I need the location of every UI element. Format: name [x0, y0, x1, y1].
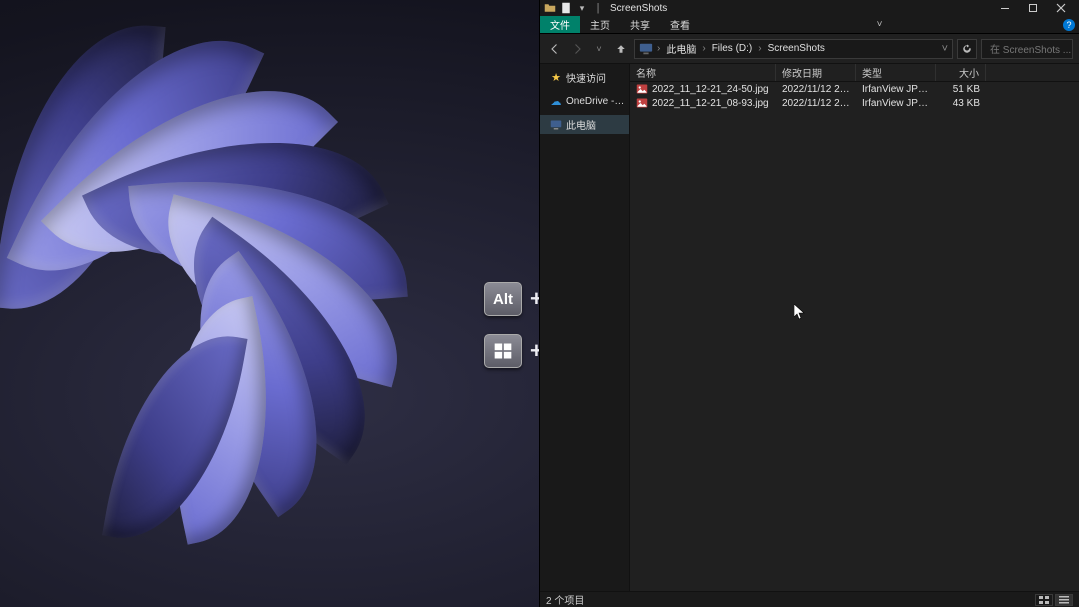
help-button[interactable]: ? [1059, 16, 1079, 33]
nav-up-button[interactable] [612, 40, 630, 58]
chevron-right-icon[interactable]: › [700, 43, 707, 54]
breadcrumb-item[interactable]: 此电脑 [664, 41, 698, 56]
titlebar[interactable]: ▾ | ScreenShots [540, 0, 1079, 16]
column-headers[interactable]: 名称 修改日期 类型 大小 [630, 64, 1079, 82]
breadcrumb-item[interactable]: ScreenShots [766, 43, 827, 54]
search-input[interactable]: 在 ScreenShots ... [981, 39, 1073, 59]
folder-icon [544, 2, 556, 14]
file-size: 51 KB [936, 84, 986, 95]
refresh-button[interactable] [957, 39, 977, 59]
view-details-button[interactable] [1055, 594, 1073, 606]
window-title: ScreenShots [610, 3, 667, 14]
file-type: IrfanView JPG File [856, 84, 936, 95]
search-placeholder: 在 ScreenShots ... [990, 41, 1071, 56]
file-type: IrfanView JPG File [856, 98, 936, 109]
view-large-icons-button[interactable] [1035, 594, 1053, 606]
image-file-icon [636, 83, 648, 95]
sidebar-item-this-pc[interactable]: 此电脑 [540, 115, 629, 134]
table-row[interactable]: 2022_11_12-21_24-50.jpg 2022/11/12 21:48I… [630, 82, 1079, 96]
maximize-button[interactable] [1019, 0, 1047, 16]
quick-access-toolbar: ▾ | [544, 2, 604, 14]
minimize-button[interactable] [991, 0, 1019, 16]
image-file-icon [636, 97, 648, 109]
breadcrumb[interactable]: › 此电脑 › Files (D:) › ScreenShots ˅ [634, 39, 953, 59]
column-type[interactable]: 类型 [856, 64, 936, 81]
ribbon-collapse-icon[interactable]: ˅ [870, 16, 890, 33]
mouse-cursor [794, 304, 806, 322]
file-name: 2022_11_12-21_08-93.jpg [652, 98, 769, 109]
nav-forward-button[interactable] [568, 40, 586, 58]
table-row[interactable]: 2022_11_12-21_08-93.jpg 2022/11/12 21:48I… [630, 96, 1079, 110]
chevron-right-icon[interactable]: › [756, 43, 763, 54]
nav-recent-button[interactable]: ˅ [590, 40, 608, 58]
cloud-icon: ☁ [550, 95, 562, 107]
column-modified[interactable]: 修改日期 [776, 64, 856, 81]
pc-icon [639, 42, 653, 56]
sidebar-item-label: 快速访问 [566, 70, 606, 85]
alt-key-badge: Alt [484, 282, 522, 316]
document-icon [560, 2, 572, 14]
status-bar: 2 个项目 [540, 591, 1079, 607]
column-name[interactable]: 名称 [630, 64, 776, 81]
chevron-down-icon[interactable]: ˅ [942, 43, 948, 55]
chevron-right-icon[interactable]: › [655, 43, 662, 54]
file-list-area[interactable]: 名称 修改日期 类型 大小 2022_11_12-21_24-50.jpg202… [630, 64, 1079, 591]
tab-file[interactable]: 文件 [540, 16, 580, 33]
help-icon: ? [1063, 19, 1075, 31]
sidebar-item-quick-access[interactable]: ★ 快速访问 [540, 68, 629, 87]
status-text: 2 个项目 [546, 592, 584, 607]
windows-key-badge [484, 334, 522, 368]
file-size: 43 KB [936, 98, 986, 109]
windows-logo-icon [493, 341, 513, 361]
chevron-down-icon[interactable]: ▾ [576, 2, 588, 14]
file-rows[interactable]: 2022_11_12-21_24-50.jpg 2022/11/12 21:48I… [630, 82, 1079, 591]
address-bar: ˅ › 此电脑 › Files (D:) › ScreenShots ˅ 在 S… [540, 34, 1079, 64]
tab-home[interactable]: 主页 [580, 16, 620, 33]
pc-icon [550, 119, 562, 131]
file-name: 2022_11_12-21_24-50.jpg [652, 84, 769, 95]
wallpaper-flower [140, 180, 560, 600]
breadcrumb-item[interactable]: Files (D:) [710, 43, 755, 54]
column-size[interactable]: 大小 [936, 64, 986, 81]
tab-view[interactable]: 查看 [660, 16, 700, 33]
tab-share[interactable]: 共享 [620, 16, 660, 33]
file-modified: 2022/11/12 21:48 [776, 84, 856, 95]
sidebar-item-onedrive[interactable]: ☁ OneDrive - Persona [540, 93, 629, 109]
close-button[interactable] [1047, 0, 1075, 16]
ribbon-tabs: 文件 主页 共享 查看 ˅ ? [540, 16, 1079, 34]
file-modified: 2022/11/12 21:48 [776, 98, 856, 109]
file-explorer-window: ▾ | ScreenShots 文件 主页 共享 查看 ˅ ? ˅ [540, 0, 1079, 607]
sidebar-item-label: OneDrive - Persona [566, 96, 625, 107]
navigation-pane[interactable]: ★ 快速访问 ☁ OneDrive - Persona 此电脑 [540, 64, 630, 591]
sidebar-item-label: 此电脑 [566, 117, 596, 132]
nav-back-button[interactable] [546, 40, 564, 58]
star-icon: ★ [550, 72, 562, 84]
